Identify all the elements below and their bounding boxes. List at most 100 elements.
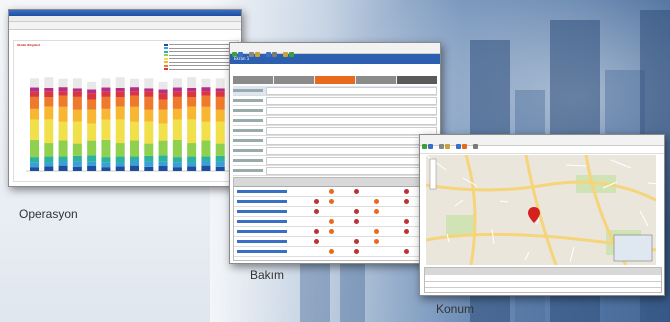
row-link[interactable] — [237, 240, 287, 243]
legend-swatch — [164, 57, 168, 60]
table-row[interactable] — [234, 247, 438, 257]
row-link[interactable] — [237, 190, 287, 193]
bar-segment — [72, 143, 82, 156]
bar-segment — [58, 106, 68, 122]
table-row[interactable] — [234, 187, 438, 197]
form-label — [233, 149, 263, 152]
bar-segment — [101, 162, 111, 168]
bar-segment — [72, 78, 82, 89]
street-map[interactable] — [426, 155, 656, 265]
bar-segment — [158, 161, 168, 167]
bar-segment — [201, 121, 211, 141]
row-link[interactable] — [237, 220, 287, 223]
form-field[interactable] — [266, 96, 437, 105]
bar-segment — [87, 140, 97, 156]
status-dot — [329, 249, 334, 254]
status-dot — [314, 239, 319, 244]
maintenance-table — [233, 177, 439, 261]
table-row[interactable] — [234, 197, 438, 207]
form-field[interactable] — [266, 146, 437, 155]
bar-segment — [158, 155, 168, 162]
bar-segment — [115, 97, 125, 107]
form-field[interactable] — [266, 156, 437, 165]
status-dot — [329, 199, 334, 204]
form-field[interactable] — [266, 126, 437, 135]
status-dot — [354, 209, 359, 214]
table-row[interactable] — [234, 227, 438, 237]
map-park — [446, 215, 476, 235]
bar-segment — [130, 95, 139, 107]
bar-segment — [187, 77, 197, 88]
bar-segment — [87, 81, 97, 90]
legend-label — [169, 58, 234, 59]
row-link[interactable] — [237, 250, 287, 253]
form-field[interactable] — [266, 136, 437, 145]
bar-segment — [201, 140, 211, 157]
row-link[interactable] — [237, 210, 287, 213]
form-label — [233, 109, 263, 112]
form-row — [233, 156, 437, 166]
bar-segment — [172, 139, 182, 158]
table-row[interactable] — [234, 237, 438, 247]
row-link[interactable] — [237, 200, 287, 203]
bar-segment — [158, 123, 168, 141]
bar-segment — [44, 143, 54, 157]
form-row — [233, 166, 437, 176]
bar-segment — [30, 167, 39, 171]
form-label — [233, 119, 263, 122]
table-row[interactable] — [234, 207, 438, 217]
bar-segment — [215, 121, 225, 144]
bar-segment — [101, 78, 111, 88]
bar-segment — [215, 161, 225, 167]
row-link[interactable] — [237, 230, 287, 233]
bar-segment — [87, 155, 97, 162]
bar-segment — [215, 155, 225, 162]
bar-segment — [130, 156, 139, 162]
bar-segment — [172, 162, 182, 168]
zoom-control[interactable] — [429, 158, 437, 190]
bar-segment — [87, 93, 97, 100]
bar-segment — [201, 106, 211, 122]
bar-segment — [187, 97, 197, 107]
form-field[interactable] — [266, 166, 437, 175]
bar-segment — [187, 166, 197, 171]
form-row — [233, 86, 437, 96]
bar-segment — [101, 167, 111, 171]
bar-segment — [187, 162, 197, 167]
bar-segment — [201, 165, 211, 171]
legend-label — [169, 54, 234, 56]
legend-label — [169, 44, 234, 45]
table-row[interactable] — [234, 217, 438, 227]
form-field[interactable] — [266, 106, 437, 115]
map-overview-inset[interactable] — [613, 234, 653, 262]
stacked-bar-chart — [26, 77, 234, 172]
form-row — [233, 136, 437, 146]
bar-segment — [187, 91, 197, 98]
bar-segment — [144, 166, 154, 171]
bar-segment — [158, 140, 168, 156]
bar-segment — [58, 165, 68, 171]
form-label — [233, 89, 263, 92]
toolbar — [9, 22, 241, 30]
form-field[interactable] — [266, 86, 437, 95]
bar-segment — [172, 87, 182, 92]
bar-segment — [30, 87, 39, 92]
bar-segment — [30, 119, 39, 140]
bar-segment — [187, 87, 197, 92]
bar-segment — [201, 156, 211, 162]
bar-segment — [87, 89, 97, 94]
bar-segment — [101, 87, 111, 92]
bar-segment — [58, 91, 68, 96]
bar-segment — [144, 88, 154, 92]
bar-segment — [101, 91, 111, 97]
chart-panel: Statü Bilgileri — [13, 40, 239, 182]
form-row — [233, 96, 437, 106]
caption-operasyon: Operasyon — [19, 207, 78, 221]
bar-segment — [215, 96, 225, 110]
form-field[interactable] — [266, 116, 437, 125]
status-dot — [404, 189, 409, 194]
bar-segment — [158, 99, 168, 110]
screenshot-konum — [419, 134, 665, 296]
bar-segment — [58, 78, 68, 88]
bar-segment — [58, 121, 68, 141]
